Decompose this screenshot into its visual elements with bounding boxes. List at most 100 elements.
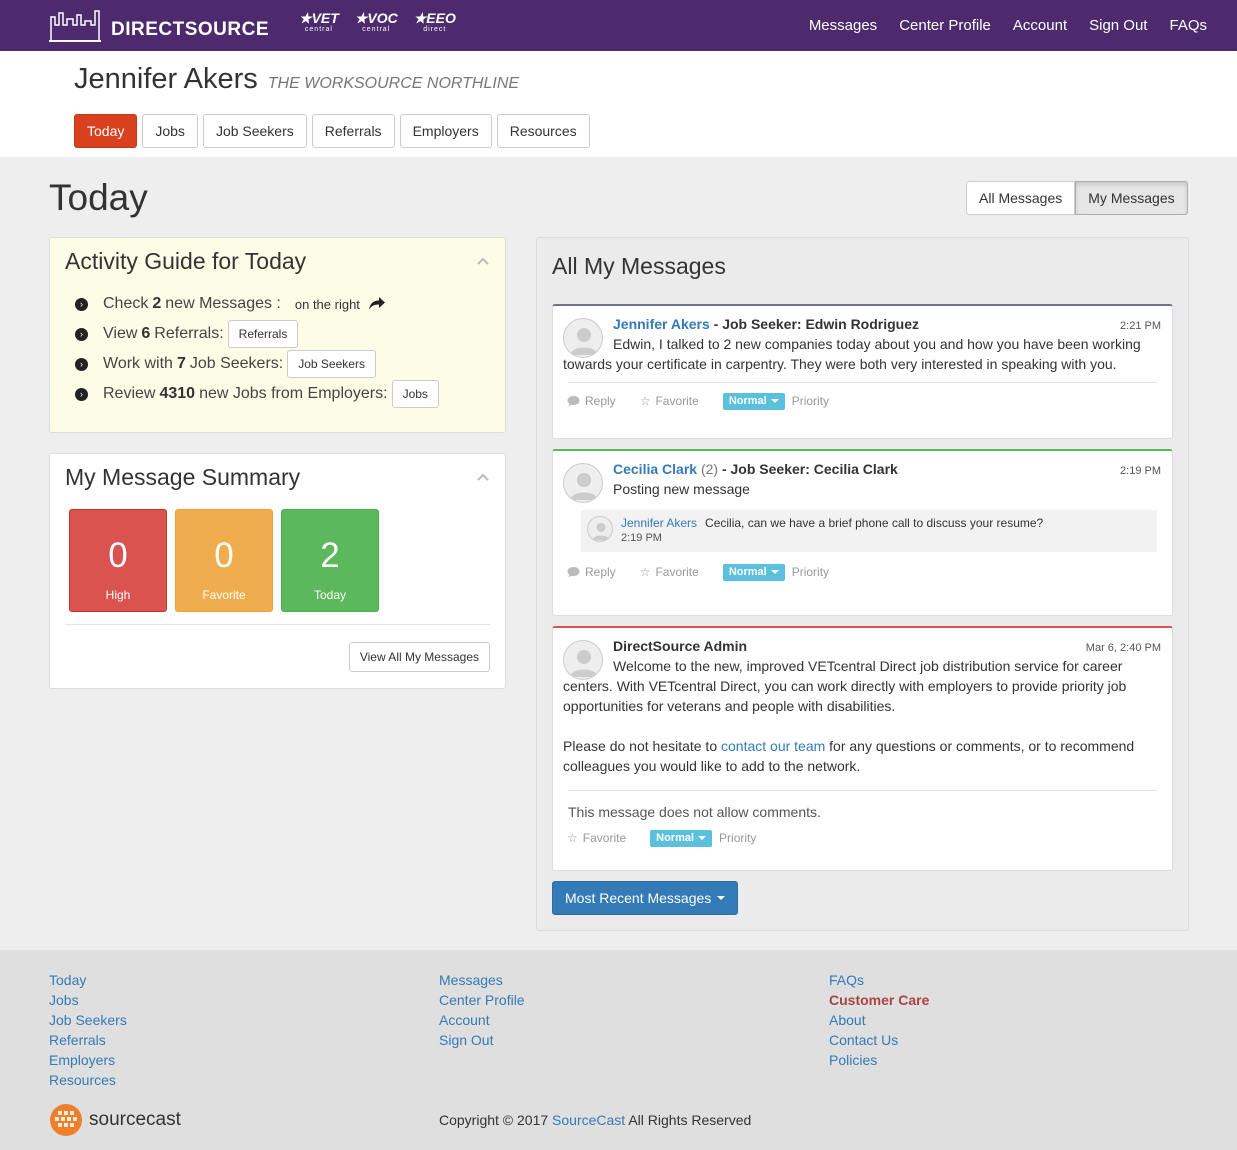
- footer-link-sign-out[interactable]: Sign Out: [439, 1030, 525, 1050]
- sourcecast-logo[interactable]: sourcecast: [49, 1103, 181, 1137]
- all-messages-button[interactable]: All Messages: [966, 181, 1076, 215]
- chevron-circle-right-icon: ›: [75, 387, 88, 401]
- jobs-button[interactable]: Jobs: [391, 380, 439, 408]
- avatar: [563, 318, 603, 358]
- comment-icon: [567, 396, 580, 407]
- footer: Today Jobs Job Seekers Referrals Employe…: [0, 950, 1237, 1150]
- message-filter-toggle: All Messages My Messages: [966, 181, 1188, 215]
- favorite-tile[interactable]: 0 Favorite: [175, 509, 273, 612]
- nav-messages[interactable]: Messages: [809, 17, 877, 34]
- footer-link-policies[interactable]: Policies: [829, 1050, 929, 1070]
- page-header: Jennifer Akers THE WORKSOURCE NORTHLINE …: [0, 51, 1237, 157]
- partner-voc-logo: ★VOC central: [354, 9, 398, 33]
- favorite-button[interactable]: ☆ Favorite: [640, 565, 699, 579]
- nav-account[interactable]: Account: [1013, 17, 1067, 34]
- priority-label: Priority: [791, 394, 830, 408]
- message-card: DirectSource Admin Mar 6, 2:40 PM Welcom…: [552, 626, 1173, 871]
- footer-link-resources[interactable]: Resources: [49, 1070, 127, 1090]
- center-name: THE WORKSOURCE NORTHLINE: [267, 75, 520, 92]
- star-icon: ☆: [567, 831, 578, 845]
- brand-name: DIRECTSOURCE: [111, 18, 270, 40]
- reply-text: Cecilia, can we have a brief phone call …: [705, 516, 1044, 530]
- tab-job-seekers[interactable]: Job Seekers: [202, 114, 307, 148]
- footer-link-employers[interactable]: Employers: [49, 1050, 127, 1070]
- message-actions: Reply ☆ Favorite Normal Priority: [563, 383, 1162, 419]
- footer-link-faqs[interactable]: FAQs: [829, 970, 929, 990]
- most-recent-messages-button[interactable]: Most Recent Messages: [552, 881, 739, 915]
- nav-faqs[interactable]: FAQs: [1169, 17, 1207, 34]
- top-nav: Messages Center Profile Account Sign Out…: [809, 0, 1207, 51]
- sourcecast-link[interactable]: SourceCast: [552, 1112, 625, 1128]
- priority-dropdown[interactable]: Normal: [650, 829, 713, 847]
- footer-column-2: Messages Center Profile Account Sign Out: [439, 970, 525, 1050]
- main-tabs: Today Jobs Job Seekers Referrals Employe…: [74, 114, 1237, 148]
- footer-link-job-seekers[interactable]: Job Seekers: [49, 1010, 127, 1030]
- message-actions: Reply ☆ Favorite Normal Priority: [563, 554, 1162, 590]
- sourcecast-globe-icon: [50, 1104, 82, 1136]
- message-summary-panel: My Message Summary 0 High 0 Favorite 2 Toda…: [49, 453, 506, 689]
- reply-item: Jennifer Akers Cecilia, can we have a bri…: [581, 510, 1157, 552]
- job-seekers-button[interactable]: Job Seekers: [287, 350, 376, 378]
- high-priority-tile[interactable]: 0 High: [69, 509, 167, 612]
- favorite-button[interactable]: ☆ Favorite: [640, 394, 699, 408]
- nav-center-profile[interactable]: Center Profile: [899, 17, 991, 34]
- view-all-messages-button[interactable]: View All My Messages: [348, 642, 490, 672]
- caret-down-icon: [698, 836, 707, 840]
- footer-link-about[interactable]: About: [829, 1010, 929, 1030]
- message-time: 2:21 PM: [1120, 320, 1161, 332]
- sender-link[interactable]: Jennifer Akers: [613, 316, 710, 332]
- guide-item-referrals: › View 6 Referrals: Referrals: [65, 319, 490, 349]
- top-bar: DIRECTSOURCE ★VET central ★VOC central ★EE…: [0, 0, 1237, 51]
- divider: [65, 624, 490, 625]
- footer-link-center-profile[interactable]: Center Profile: [439, 990, 525, 1010]
- city-skyline-icon: [49, 9, 101, 42]
- reply-sender-link[interactable]: Jennifer Akers: [621, 516, 697, 530]
- avatar: [563, 640, 603, 680]
- tab-referrals[interactable]: Referrals: [311, 114, 395, 148]
- today-tile[interactable]: 2 Today: [281, 509, 379, 612]
- my-messages-button[interactable]: My Messages: [1075, 181, 1188, 215]
- tab-employers[interactable]: Employers: [399, 114, 492, 148]
- message-header: Jennifer Akers - Job Seeker: Edwin Rodri…: [613, 316, 920, 332]
- copyright: Copyright © 2017 SourceCast All Rights R…: [439, 1112, 752, 1128]
- priority-dropdown[interactable]: Normal: [722, 563, 785, 581]
- partner-logos: ★VET central ★VOC central ★EEO direct: [299, 9, 456, 36]
- priority-label: Priority: [791, 565, 830, 579]
- reply-button[interactable]: Reply: [567, 394, 616, 408]
- contact-team-link[interactable]: contact our team: [721, 738, 825, 754]
- message-actions: ☆ Favorite Normal Priority: [563, 820, 1162, 856]
- footer-link-today[interactable]: Today: [49, 970, 127, 990]
- footer-link-contact-us[interactable]: Contact Us: [829, 1030, 929, 1050]
- message-body: Edwin, I talked to 2 new companies today…: [563, 336, 1141, 372]
- footer-link-customer-care[interactable]: Customer Care: [829, 990, 929, 1010]
- chevron-circle-right-icon: ›: [75, 297, 88, 311]
- tab-resources[interactable]: Resources: [496, 114, 590, 148]
- star-icon: ☆: [639, 565, 651, 579]
- partner-vet-logo: ★VET central: [299, 9, 339, 33]
- referrals-button[interactable]: Referrals: [227, 320, 299, 348]
- guide-item-jobs: › Review 4310 new Jobs from Employers: Job…: [65, 379, 490, 409]
- priority-dropdown[interactable]: Normal: [722, 392, 785, 410]
- share-arrow-icon: [368, 297, 385, 310]
- brand-logo[interactable]: DIRECTSOURCE: [49, 9, 269, 43]
- message-header: DirectSource Admin: [613, 638, 748, 654]
- reply-button[interactable]: Reply: [567, 565, 616, 579]
- guide-item-messages: › Check 2 new Messages : on the right: [65, 289, 490, 319]
- caret-down-icon: [717, 896, 726, 900]
- chevron-circle-right-icon: ›: [75, 357, 88, 371]
- footer-link-jobs[interactable]: Jobs: [49, 990, 127, 1010]
- tab-today[interactable]: Today: [74, 114, 138, 148]
- sender-link[interactable]: Cecilia Clark: [613, 461, 697, 477]
- footer-link-referrals[interactable]: Referrals: [49, 1030, 127, 1050]
- partner-eeo-logo: ★EEO direct: [413, 9, 456, 33]
- avatar: [563, 463, 603, 503]
- tab-jobs[interactable]: Jobs: [142, 114, 198, 148]
- chevron-up-icon[interactable]: [477, 472, 489, 484]
- footer-link-account[interactable]: Account: [439, 1010, 525, 1030]
- footer-link-messages[interactable]: Messages: [439, 970, 525, 990]
- message-body: Posting new message: [613, 481, 750, 497]
- nav-sign-out[interactable]: Sign Out: [1089, 17, 1147, 34]
- chevron-up-icon[interactable]: [477, 256, 489, 268]
- favorite-button[interactable]: ☆ Favorite: [567, 831, 626, 845]
- main-content: Today All Messages My Messages Activity …: [0, 157, 1237, 950]
